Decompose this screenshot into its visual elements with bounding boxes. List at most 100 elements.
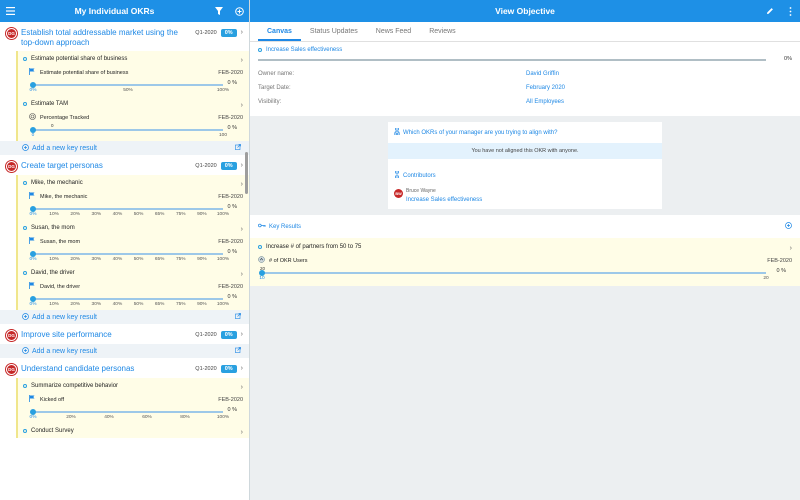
- chevron-right-icon[interactable]: ›: [241, 57, 243, 64]
- alignment-heading[interactable]: Which OKRs of your manager are you tryin…: [388, 122, 662, 143]
- progress-slider-thumb[interactable]: [30, 295, 36, 302]
- field-value[interactable]: David Griffin: [526, 71, 559, 77]
- key-result-progress[interactable]: 0 % 0% 20% 40% 60% 80% 100%: [23, 406, 243, 421]
- contributors-heading-text: Contributors: [403, 172, 436, 179]
- add-key-result-button[interactable]: Add a new key result: [0, 310, 249, 324]
- progress-slider-thumb[interactable]: [30, 250, 36, 257]
- tab-news-feed[interactable]: News Feed: [367, 22, 420, 41]
- key-result-dot-icon: [23, 226, 27, 230]
- tab-canvas[interactable]: Canvas: [258, 22, 301, 41]
- key-result-name[interactable]: David, the driver: [31, 270, 241, 276]
- key-result-name[interactable]: Susan, the mom: [31, 225, 241, 231]
- add-key-result-icon[interactable]: [785, 222, 792, 231]
- parent-objective[interactable]: Increase Sales effectiveness: [258, 47, 792, 53]
- key-result-item[interactable]: Conduct Survey ›: [18, 423, 249, 438]
- key-result-header[interactable]: David, the driver ›: [23, 268, 243, 278]
- key-result-header[interactable]: Conduct Survey ›: [23, 426, 243, 436]
- tab-status-updates[interactable]: Status Updates: [301, 22, 367, 41]
- sub-key-result[interactable]: Mike, the mechanic FEB-2020: [23, 192, 243, 201]
- progress-slider-thumb[interactable]: [30, 81, 36, 88]
- key-result-name[interactable]: Mike, the mechanic: [31, 180, 241, 186]
- key-result-name[interactable]: Increase # of partners from 50 to 75: [266, 244, 790, 250]
- chevron-right-icon[interactable]: ›: [241, 384, 243, 391]
- progress-slider-thumb[interactable]: [30, 205, 36, 212]
- sub-key-result[interactable]: David, the driver FEB-2020: [23, 282, 243, 291]
- objective-row[interactable]: DG Establish total addressable market usi…: [0, 22, 249, 51]
- chevron-right-icon[interactable]: ›: [790, 245, 792, 252]
- progress-badge: 0%: [220, 29, 237, 37]
- key-result-progress[interactable]: 0 % 0% 10% 20% 30% 40% 50% 65% 75% 90% 100%: [23, 203, 243, 218]
- progress-tick-label: 40%: [112, 302, 123, 307]
- chevron-right-icon[interactable]: ›: [241, 29, 243, 36]
- chevron-right-icon[interactable]: ›: [241, 162, 243, 169]
- key-result-item[interactable]: David, the driver › David, the driver FEB-2…: [18, 265, 249, 310]
- key-result-header[interactable]: Susan, the mom ›: [23, 223, 243, 233]
- key-result-header[interactable]: Estimate potential share of business ›: [23, 54, 243, 64]
- open-external-icon[interactable]: [235, 144, 241, 152]
- chevron-right-icon[interactable]: ›: [241, 271, 243, 278]
- scrollbar[interactable]: [245, 152, 248, 194]
- contributor-objective[interactable]: Increase Sales effectiveness: [406, 197, 482, 203]
- chevron-right-icon[interactable]: ›: [241, 331, 243, 338]
- sub-key-result[interactable]: Susan, the mom FEB-2020: [23, 237, 243, 246]
- key-result-progress[interactable]: 0 % 0 0 100: [23, 123, 243, 139]
- sub-key-result-date: FEB-2020: [218, 238, 243, 245]
- sub-key-result[interactable]: Estimate potential share of business FEB-…: [23, 68, 243, 77]
- key-result-item[interactable]: Estimate potential share of business › Est…: [18, 51, 249, 96]
- field-value[interactable]: All Employees: [526, 99, 564, 105]
- key-result-header[interactable]: Mike, the mechanic ›: [23, 178, 243, 188]
- progress-tick-label: 100%: [216, 257, 230, 262]
- objective-title[interactable]: Improve site performance: [21, 328, 187, 340]
- objective-title[interactable]: Establish total addressable market using…: [21, 26, 187, 48]
- objective-row[interactable]: DG Improve site performance Q1-2020 0% ›: [0, 324, 249, 344]
- chevron-right-icon[interactable]: ›: [241, 181, 243, 188]
- progress-slider-thumb[interactable]: [30, 408, 36, 415]
- alignment-heading-text: Which OKRs of your manager are you tryin…: [403, 129, 558, 136]
- key-result-progress[interactable]: 0 % 0% 10% 20% 30% 40% 50% 65% 75% 90% 100%: [23, 248, 243, 263]
- key-result-name[interactable]: Summarize competitive behavior: [31, 383, 241, 389]
- key-result-item[interactable]: Estimate TAM › Percentage Tracked FEB-2020 0…: [18, 96, 249, 141]
- key-result-item[interactable]: Increase # of partners from 50 to 75 › #…: [250, 238, 800, 286]
- filter-icon[interactable]: [209, 0, 229, 22]
- pencil-icon[interactable]: [760, 0, 780, 22]
- tab-reviews[interactable]: Reviews: [420, 22, 464, 41]
- add-key-result-label: Add a new key result: [32, 144, 97, 152]
- chevron-right-icon[interactable]: ›: [241, 429, 243, 436]
- objective-title[interactable]: Understand candidate personas: [21, 362, 187, 374]
- chevron-right-icon[interactable]: ›: [241, 365, 243, 372]
- chevron-right-icon[interactable]: ›: [241, 226, 243, 233]
- key-result-header[interactable]: Estimate TAM ›: [23, 99, 243, 109]
- contributor-item[interactable]: BW Bruce Wayne Increase Sales effectiven…: [388, 186, 662, 209]
- open-external-icon[interactable]: [235, 313, 241, 321]
- key-result-item[interactable]: Summarize competitive behavior › Kicked of…: [18, 378, 249, 423]
- key-result-item[interactable]: Susan, the mom › Susan, the mom FEB-2020 0 %…: [18, 220, 249, 265]
- add-key-result-button[interactable]: Add a new key result: [0, 141, 249, 155]
- menu-icon[interactable]: [0, 0, 20, 22]
- progress-ticks: 10 20: [259, 276, 768, 282]
- progress-tick-label: 80%: [180, 415, 190, 420]
- key-result-item[interactable]: Mike, the mechanic › Mike, the mechanic FEB…: [18, 175, 249, 220]
- key-result-progress[interactable]: 0 % 0% 10% 20% 30% 40% 50% 65% 75% 90% 100%: [23, 293, 243, 308]
- progress-slider-thumb[interactable]: [30, 126, 36, 133]
- objective-title[interactable]: Create target personas: [21, 159, 187, 171]
- key-result-header[interactable]: Summarize competitive behavior ›: [23, 381, 243, 391]
- key-result-name[interactable]: Conduct Survey: [31, 428, 241, 434]
- objective-row[interactable]: DG Create target personas Q1-2020 0% ›: [0, 155, 249, 175]
- add-key-result-button[interactable]: Add a new key result: [0, 344, 249, 358]
- key-result-name[interactable]: Estimate potential share of business: [31, 56, 241, 62]
- progress-tick-label: 100%: [216, 302, 230, 307]
- chevron-right-icon[interactable]: ›: [241, 102, 243, 109]
- sub-key-result-date: FEB-2020: [767, 257, 792, 264]
- key-result-progress[interactable]: 0 % 0% 50% 100%: [23, 79, 243, 94]
- objective-row[interactable]: DG Understand candidate personas Q1-2020 0%…: [0, 358, 249, 378]
- field-value[interactable]: February 2020: [526, 85, 565, 91]
- sub-key-result[interactable]: Percentage Tracked FEB-2020: [23, 113, 243, 122]
- key-result-progress[interactable]: 20 0 % 10 20: [258, 266, 792, 282]
- okr-list[interactable]: DG Establish total addressable market usi…: [0, 22, 249, 500]
- key-result-name[interactable]: Estimate TAM: [31, 101, 241, 107]
- objective-summary: Increase Sales effectiveness 0% Owner na…: [250, 42, 800, 116]
- open-external-icon[interactable]: [235, 347, 241, 355]
- add-circle-icon[interactable]: [229, 0, 249, 22]
- more-vertical-icon[interactable]: [780, 0, 800, 22]
- sub-key-result[interactable]: Kicked off FEB-2020: [23, 395, 243, 404]
